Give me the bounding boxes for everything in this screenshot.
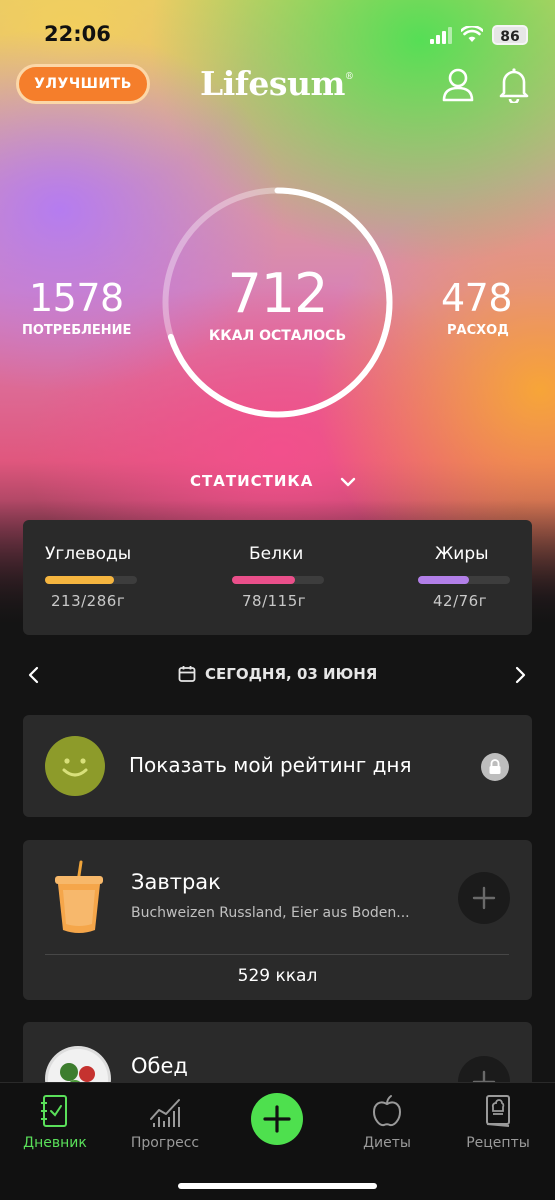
diary-icon bbox=[41, 1095, 67, 1127]
tab-label: Рецепты bbox=[466, 1135, 530, 1151]
breakfast-card[interactable]: Завтрак Buchweizen Russland, Eier aus Bo… bbox=[23, 840, 532, 1000]
meal-kcal: 529 ккал bbox=[237, 966, 318, 986]
macro-fat: Жиры 42/76г bbox=[418, 544, 555, 610]
tab-recipes[interactable]: Рецепты bbox=[443, 1093, 553, 1151]
wifi-icon bbox=[461, 26, 483, 42]
tab-progress[interactable]: Прогресс bbox=[110, 1093, 220, 1151]
plus-icon bbox=[472, 886, 496, 910]
apple-icon bbox=[372, 1095, 402, 1127]
remaining-kcal-label: ККАЛ ОСТАЛОСЬ bbox=[208, 328, 347, 344]
tab-diary[interactable]: Дневник bbox=[0, 1093, 110, 1151]
plus-icon bbox=[263, 1105, 291, 1133]
macro-progress-bar bbox=[45, 576, 137, 584]
macro-value: 42/76г bbox=[433, 592, 488, 610]
macro-progress-bar bbox=[418, 576, 510, 584]
day-rating-card[interactable]: Показать мой рейтинг дня bbox=[23, 715, 532, 817]
home-indicator bbox=[178, 1183, 377, 1189]
statistics-toggle[interactable]: СТАТИСТИКА bbox=[190, 472, 370, 496]
recipe-book-icon bbox=[486, 1095, 510, 1127]
eaten-kcal-label: ПОТРЕБЛЕНИЕ bbox=[22, 323, 132, 338]
tab-label: Дневник bbox=[23, 1135, 87, 1151]
drink-cup-icon bbox=[55, 860, 103, 933]
notification-bell-icon[interactable] bbox=[498, 67, 530, 103]
tab-label: Диеты bbox=[363, 1135, 411, 1151]
lock-icon bbox=[481, 753, 509, 781]
macro-name: Жиры bbox=[435, 544, 489, 564]
battery-indicator: 86 bbox=[492, 25, 528, 45]
tab-diets[interactable]: Диеты bbox=[332, 1093, 442, 1151]
burned-kcal-value: 478 bbox=[441, 276, 513, 320]
macro-progress-bar bbox=[232, 576, 324, 584]
burned-kcal-label: РАСХОД bbox=[447, 323, 509, 338]
macros-card[interactable]: Углеводы 213/286г Белки 78/115г Жиры 42/… bbox=[23, 520, 532, 635]
meal-title: Обед bbox=[131, 1054, 188, 1078]
calendar-icon bbox=[178, 666, 196, 682]
eaten-kcal-value: 1578 bbox=[29, 276, 124, 320]
chevron-left-icon[interactable] bbox=[26, 665, 42, 685]
progress-chart-icon bbox=[150, 1099, 180, 1127]
macro-value: 213/286г bbox=[51, 592, 126, 610]
macro-protein: Белки 78/115г bbox=[232, 544, 372, 610]
date-navigation: СЕГОДНЯ, 03 ИЮНЯ bbox=[0, 655, 555, 695]
macro-name: Углеводы bbox=[45, 544, 132, 564]
tab-label: Прогресс bbox=[130, 1135, 200, 1151]
meal-title: Завтрак bbox=[131, 870, 221, 894]
divider bbox=[45, 954, 509, 955]
upgrade-button[interactable]: УЛУЧШИТЬ bbox=[16, 64, 150, 104]
remaining-kcal-value: 712 bbox=[227, 262, 328, 325]
quick-add-button[interactable] bbox=[251, 1093, 303, 1145]
chevron-right-icon[interactable] bbox=[512, 665, 528, 685]
meal-items: Buchweizen Russland, Eier aus Boden... bbox=[131, 905, 410, 921]
app-logo: Lifesum® bbox=[200, 64, 354, 103]
statistics-label: СТАТИСТИКА bbox=[190, 472, 314, 490]
add-food-button[interactable] bbox=[458, 872, 510, 924]
current-date-label[interactable]: СЕГОДНЯ, 03 ИЮНЯ bbox=[205, 665, 377, 683]
day-rating-title: Показать мой рейтинг дня bbox=[129, 753, 412, 777]
profile-icon[interactable] bbox=[442, 68, 474, 102]
macro-value: 78/115г bbox=[242, 592, 307, 610]
chevron-down-icon bbox=[340, 477, 356, 487]
macro-name: Белки bbox=[249, 544, 304, 564]
macro-carbs: Углеводы 213/286г bbox=[45, 544, 185, 610]
smiley-face-icon bbox=[45, 736, 105, 796]
bottom-tab-bar: Дневник Прогресс Диеты Рецепты bbox=[0, 1082, 555, 1200]
cellular-signal-icon bbox=[430, 27, 452, 44]
status-bar: 22:06 86 bbox=[0, 0, 555, 70]
status-time: 22:06 bbox=[44, 22, 111, 46]
